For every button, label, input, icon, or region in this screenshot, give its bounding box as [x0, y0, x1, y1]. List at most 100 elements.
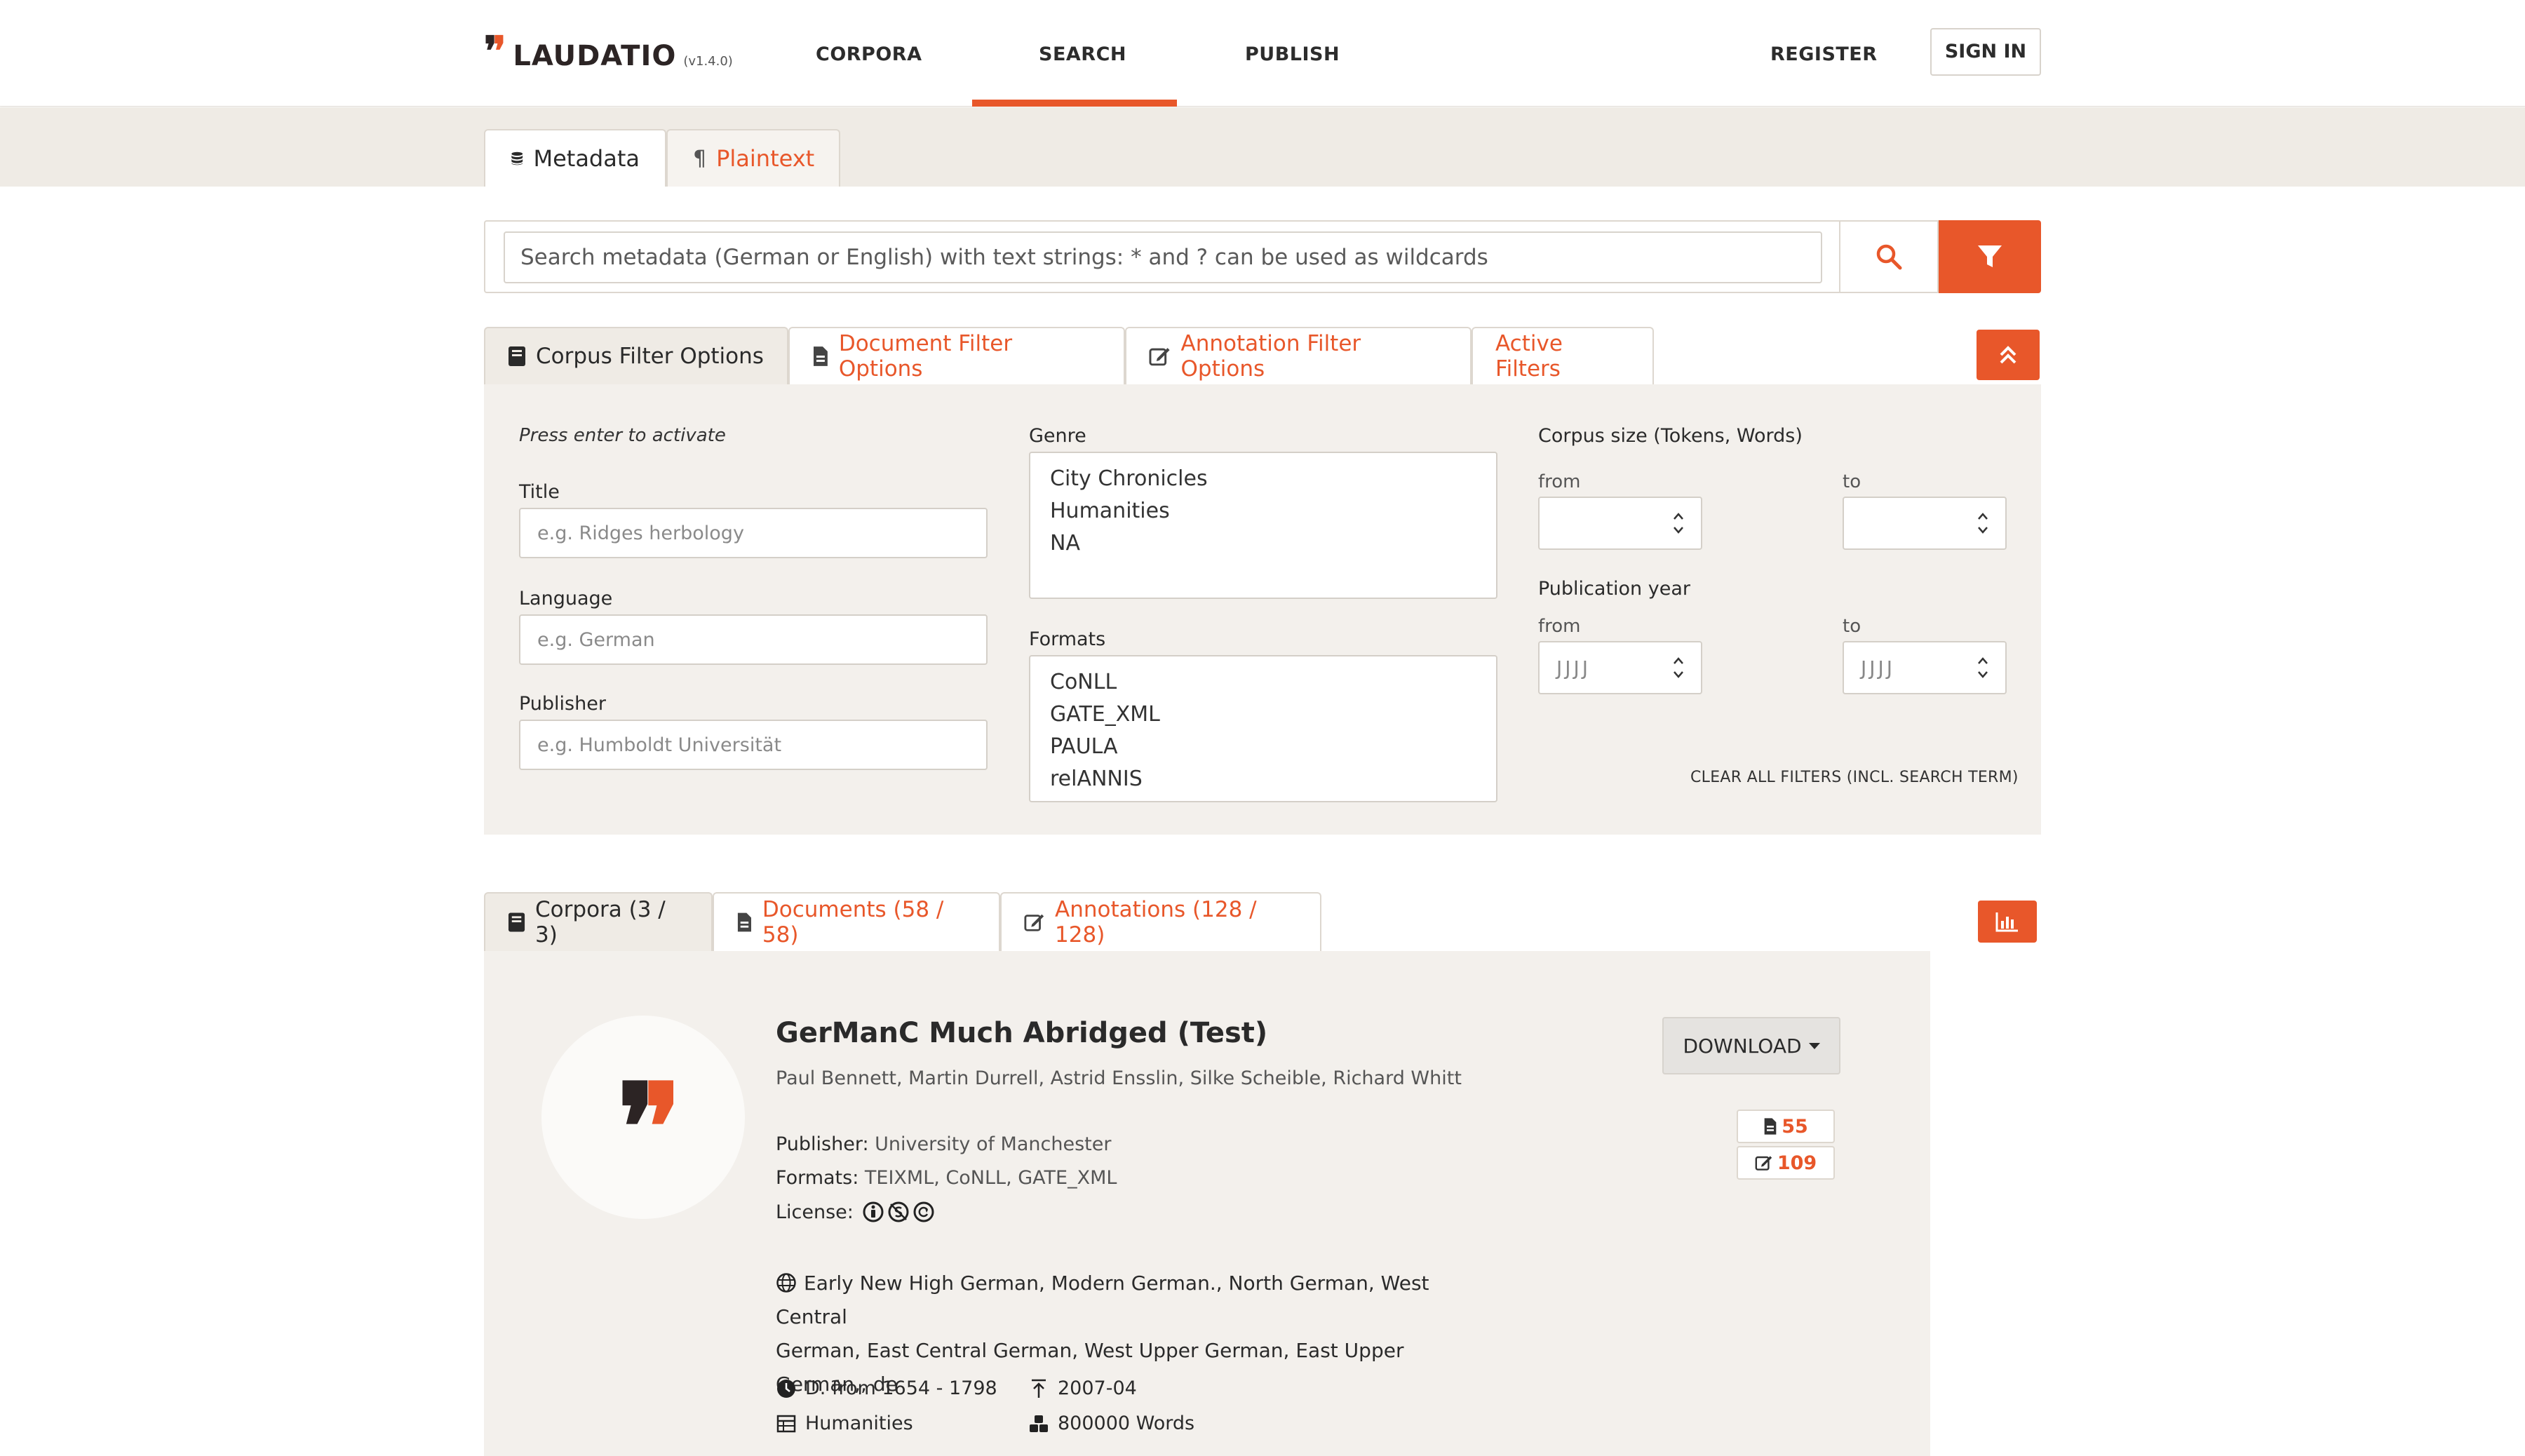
format-option[interactable]: GATE_XML [1030, 699, 1496, 731]
publication-year-label: Publication year [1538, 578, 1690, 600]
register-link[interactable]: REGISTER [1770, 43, 1878, 65]
tab-active-filters[interactable]: Active Filters [1472, 327, 1654, 384]
corpus-publisher-line: Publisher: University of Manchester [776, 1133, 1111, 1155]
toggle-filters-button[interactable] [1939, 220, 2041, 293]
top-navbar: ❜❜ LAUDATIO (v1.4.0) CORPORA SEARCH PUBL… [0, 0, 2525, 107]
genre-option[interactable]: NA [1030, 527, 1496, 560]
search-button[interactable] [1840, 220, 1939, 293]
tab-metadata-label: Metadata [533, 145, 640, 172]
logo-quote-icon: ❜❜ [484, 27, 506, 75]
paragraph-icon: ¶ [693, 146, 707, 171]
documents-count-badge[interactable]: 55 [1737, 1110, 1835, 1143]
statistics-button[interactable] [1978, 901, 2037, 943]
tab-document-filter-options[interactable]: Document Filter Options [788, 327, 1125, 384]
genre-listbox[interactable]: City Chronicles Humanities NA [1029, 452, 1497, 599]
annotations-count: 109 [1777, 1152, 1817, 1174]
nav-publish[interactable]: PUBLISH [1245, 43, 1340, 65]
documents-count: 55 [1782, 1115, 1808, 1138]
corpus-title[interactable]: GerManC Much Abridged (Test) [776, 1017, 1267, 1049]
title-filter-input[interactable] [519, 508, 988, 558]
spinner-arrows-icon [1674, 657, 1683, 678]
cc-sa-icon[interactable] [913, 1201, 935, 1223]
publication-year-to-input[interactable]: JJJJ [1843, 641, 2007, 694]
clock-icon [777, 1379, 795, 1398]
publication-year-from-label: from [1538, 616, 1581, 637]
logo[interactable]: ❜❜ LAUDATIO (v1.4.0) [484, 31, 733, 72]
cubes-icon [1030, 1415, 1048, 1432]
published-value: 2007-04 [1058, 1377, 1137, 1399]
year-placeholder: JJJJ [1861, 656, 1896, 680]
language-filter-input[interactable] [519, 614, 988, 665]
tab-corpus-filter-label: Corpus Filter Options [536, 344, 764, 369]
year-placeholder: JJJJ [1556, 656, 1591, 680]
book-icon [508, 912, 525, 932]
tab-corpora-results[interactable]: Corpora (3 / 3) [484, 892, 713, 951]
nav-corpora[interactable]: CORPORA [816, 43, 922, 65]
double-chevron-up-icon [2000, 346, 2016, 364]
edit-icon [1755, 1156, 1772, 1171]
download-dropdown-button[interactable]: DOWNLOAD [1662, 1017, 1840, 1074]
formats-label: Formats: [776, 1167, 859, 1189]
search-input[interactable] [504, 231, 1822, 283]
publication-year-from-input[interactable]: JJJJ [1538, 641, 1702, 694]
tab-active-filters-label: Active Filters [1495, 331, 1563, 382]
tab-corpus-filter-options[interactable]: Corpus Filter Options [484, 327, 788, 384]
publisher-filter-input[interactable] [519, 720, 988, 770]
corpus-size-from-label: from [1538, 471, 1581, 492]
publisher-value: University of Manchester [875, 1133, 1112, 1155]
publisher-filter-label: Publisher [519, 693, 606, 715]
formats-value: TEIXML, CoNLL, GATE_XML [864, 1167, 1117, 1189]
corpus-avatar: ❜❜ [541, 1016, 745, 1219]
tab-documents-results-label: Documents (58 / 58) [762, 897, 944, 948]
tab-plaintext[interactable]: ¶ Plaintext [666, 129, 840, 187]
formats-listbox[interactable]: CoNLL GATE_XML PAULA relANNIS [1029, 655, 1497, 802]
tab-metadata[interactable]: Metadata [484, 129, 666, 187]
nav-search[interactable]: SEARCH [1039, 43, 1126, 65]
collapse-filters-button[interactable] [1977, 330, 2040, 380]
format-option[interactable]: relANNIS [1030, 763, 1496, 795]
corpus-published: 2007-04 [1028, 1377, 1137, 1399]
caret-down-icon [1808, 1042, 1820, 1049]
document-icon [1764, 1118, 1777, 1135]
document-icon [813, 346, 828, 366]
sign-in-button[interactable]: SIGN IN [1930, 28, 2041, 76]
tab-documents-results[interactable]: Documents (58 / 58) [713, 892, 1000, 951]
clear-all-filters-link[interactable]: CLEAR ALL FILTERS (INCL. SEARCH TERM) [1690, 769, 2019, 786]
spinner-arrows-icon [1674, 513, 1683, 534]
annotations-count-badge[interactable]: 109 [1737, 1146, 1835, 1180]
filter-hint: Press enter to activate [519, 425, 726, 446]
format-option[interactable]: PAULA [1030, 731, 1496, 763]
license-label: License: [776, 1201, 854, 1223]
corpus-license-line: License: [776, 1201, 935, 1223]
corpus-size-to-input[interactable] [1843, 497, 2007, 550]
globe-icon [776, 1273, 796, 1293]
corpus-size: 800000 Words [1028, 1413, 1194, 1434]
nav-active-indicator [972, 100, 1177, 107]
spinner-arrows-icon [1978, 513, 1988, 534]
corpus-formats-line: Formats: TEIXML, CoNLL, GATE_XML [776, 1167, 1117, 1189]
genre-value: Humanities [805, 1413, 913, 1434]
genre-option[interactable]: Humanities [1030, 495, 1496, 527]
book-icon [509, 346, 525, 366]
logo-quote-icon: ❜❜ [617, 1058, 681, 1198]
download-label: DOWNLOAD [1683, 1034, 1802, 1058]
cc-by-icon[interactable] [862, 1201, 884, 1223]
search-mode-band [0, 107, 2525, 187]
tab-annotation-filter-label: Annotation Filter Options [1180, 331, 1361, 382]
search-icon [1876, 244, 1902, 270]
tab-annotations-results[interactable]: Annotations (128 / 128) [1000, 892, 1321, 951]
corpus-size-from-input[interactable] [1538, 497, 1702, 550]
genre-filter-label: Genre [1029, 425, 1086, 447]
format-option[interactable]: CoNLL [1030, 666, 1496, 699]
publisher-label: Publisher: [776, 1133, 869, 1155]
genre-option[interactable]: City Chronicles [1030, 463, 1496, 495]
app-version: (v1.4.0) [683, 54, 733, 69]
cc-nc-icon[interactable] [887, 1201, 910, 1223]
database-icon [511, 151, 523, 166]
title-filter-label: Title [519, 481, 560, 503]
logo-text: LAUDATIO [513, 40, 677, 72]
table-icon [776, 1415, 796, 1432]
formats-filter-label: Formats [1029, 628, 1106, 650]
corpus-authors: Paul Bennett, Martin Durrell, Astrid Ens… [776, 1067, 1462, 1089]
tab-annotation-filter-options[interactable]: Annotation Filter Options [1125, 327, 1472, 384]
